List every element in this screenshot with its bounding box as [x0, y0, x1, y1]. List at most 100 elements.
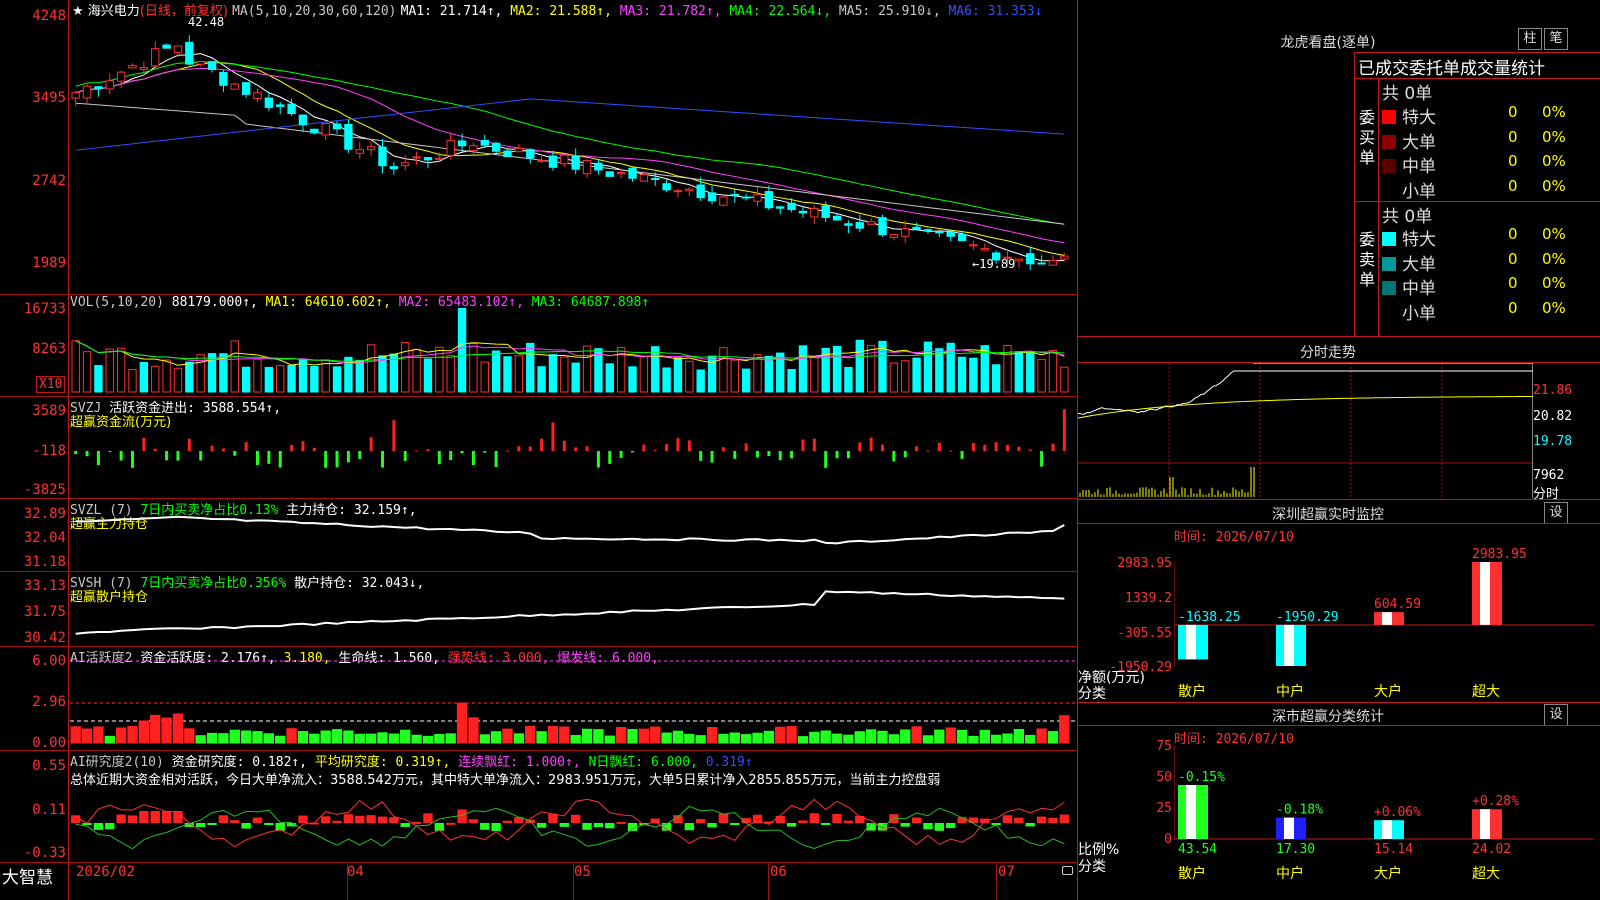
research-bar — [923, 823, 933, 830]
activity-bar — [865, 729, 877, 744]
vol-canvas[interactable] — [70, 300, 1076, 394]
activity-bar — [365, 733, 377, 744]
intraday-canvas[interactable] — [1078, 363, 1533, 498]
fund-flow-bar — [324, 451, 328, 468]
category-bar — [1472, 809, 1502, 839]
candle-body — [435, 157, 444, 160]
sell-order-row-pct: 0% — [1542, 249, 1566, 268]
activity-bar — [127, 725, 138, 744]
fund-flow-bar — [540, 438, 544, 451]
longhu-tabs[interactable]: 已成交委托单成交量统计 — [1358, 54, 1545, 79]
volume-bar — [639, 355, 649, 393]
volume-bar — [321, 359, 330, 393]
right-panel: 龙虎看盘(逐单) 柱 笔 已成交委托单成交量统计 委买单 委卖单 共 0单 特大… — [1078, 0, 1600, 900]
tick-mode-button[interactable]: 笔 — [1544, 28, 1568, 50]
fund-flow-bar — [699, 451, 703, 461]
intraday-price-label: 21.86 — [1533, 383, 1573, 398]
volume-bar — [673, 357, 683, 393]
activity-bar — [218, 733, 229, 744]
candle-body — [94, 86, 103, 89]
svsh-yaxis-label: 33.13 — [23, 578, 66, 594]
sz-class-chart[interactable]: -0.15% 散户 43.54 -0.18% 中户 17.30 +0.06% 大户 15.14 +… — [1174, 740, 1594, 900]
fund-flow-bar — [631, 451, 634, 453]
candle-body — [332, 123, 342, 130]
sz-monitor-settings-button[interactable]: 设 — [1544, 502, 1568, 524]
volume-bar — [457, 307, 467, 393]
research-bar — [116, 814, 126, 823]
volume-bar — [571, 362, 580, 393]
ma-line-5 — [75, 102, 1065, 225]
candle-body — [639, 173, 649, 182]
activity-bar — [468, 717, 479, 744]
activity-bar — [650, 726, 661, 744]
candle-body — [526, 149, 535, 159]
volume-bar — [537, 366, 546, 393]
fund-flow-bar — [528, 446, 532, 451]
research-bar — [71, 815, 81, 823]
research-bar — [946, 823, 956, 829]
buy-order-row-name: 大单 — [1402, 132, 1436, 153]
volume-bar — [332, 366, 342, 393]
stock-name[interactable]: 海兴电力 — [88, 4, 140, 19]
sz-monitor-title: 深圳超赢实时监控 — [1272, 507, 1384, 523]
candle-body — [946, 231, 955, 237]
research-bar — [536, 823, 547, 828]
research-bar — [559, 823, 569, 827]
sz-class-settings-button[interactable]: 设 — [1544, 704, 1568, 726]
vol-yaxis-label: 16733 — [23, 301, 66, 317]
volume-bar — [935, 348, 944, 393]
fund-flow-bar — [608, 451, 612, 464]
star-icon[interactable]: ★ — [72, 4, 84, 19]
sz-class-xlabel: 分类 — [1078, 859, 1106, 875]
research-bar — [582, 823, 592, 830]
research-bar — [934, 823, 944, 831]
activity-bar — [240, 730, 252, 744]
volume-bar — [82, 351, 92, 393]
fund-flow-bar — [1062, 409, 1066, 451]
sell-order-row-pct: 0% — [1542, 298, 1566, 317]
activity-bar — [70, 726, 81, 744]
activity-bar — [604, 735, 615, 744]
ai-research-title: AI研究度2(10) — [70, 755, 164, 770]
sz-monitor-yaxis: 1339.2 — [1125, 591, 1172, 606]
fund-flow-bar — [881, 444, 884, 451]
research-bar — [411, 821, 422, 824]
volume-bar — [741, 368, 751, 393]
candle-body — [628, 167, 637, 179]
svzl-canvas[interactable] — [70, 500, 1076, 570]
activity-bar — [956, 729, 968, 744]
activity-bar — [979, 729, 990, 744]
candle-body — [344, 124, 353, 150]
research-bar — [127, 815, 138, 823]
candle-body — [412, 156, 421, 159]
ai-research-value: 资金研究度: 0.182↑, — [171, 755, 308, 770]
candle-body — [1003, 256, 1012, 259]
sz-monitor-chart[interactable]: -1638.25 散户 -1950.29 中户 604.59 大户 2983.95 超大 — [1174, 540, 1594, 700]
candle-body — [230, 83, 239, 90]
ai-research-canvas[interactable] — [70, 785, 1076, 861]
ai-active-canvas[interactable] — [70, 648, 1076, 749]
volume-bar — [503, 356, 512, 393]
volume-bar — [116, 347, 126, 393]
bar-mode-button[interactable]: 柱 — [1518, 28, 1542, 50]
candle-body — [707, 192, 717, 202]
vol-yaxis-label: 8263 — [32, 341, 66, 357]
svsh-canvas[interactable] — [70, 573, 1076, 645]
buy-order-row-pct: 0% — [1542, 176, 1566, 195]
fund-flow-bar — [483, 451, 487, 453]
svzl-yaxis-label: 31.18 — [23, 554, 66, 570]
kline-canvas[interactable] — [70, 20, 1076, 292]
volume-bar — [548, 354, 558, 393]
candle-body — [276, 104, 285, 107]
candle-body — [389, 166, 399, 170]
candle-body — [741, 196, 751, 199]
lock-icon[interactable] — [1062, 866, 1073, 875]
stock-chart-area[interactable]: ★ 海兴电力(日线，前复权) MA(5,10,20,30,60,120) MA1… — [0, 0, 1078, 900]
activity-bar — [479, 734, 490, 744]
research-bar — [786, 823, 797, 827]
ma-value-5: MA5: 25.910↓, — [831, 4, 941, 19]
activity-bar — [559, 726, 570, 744]
color-swatch-icon — [1382, 134, 1396, 149]
svzj-canvas[interactable] — [70, 398, 1076, 497]
fund-flow-bar — [119, 451, 123, 461]
